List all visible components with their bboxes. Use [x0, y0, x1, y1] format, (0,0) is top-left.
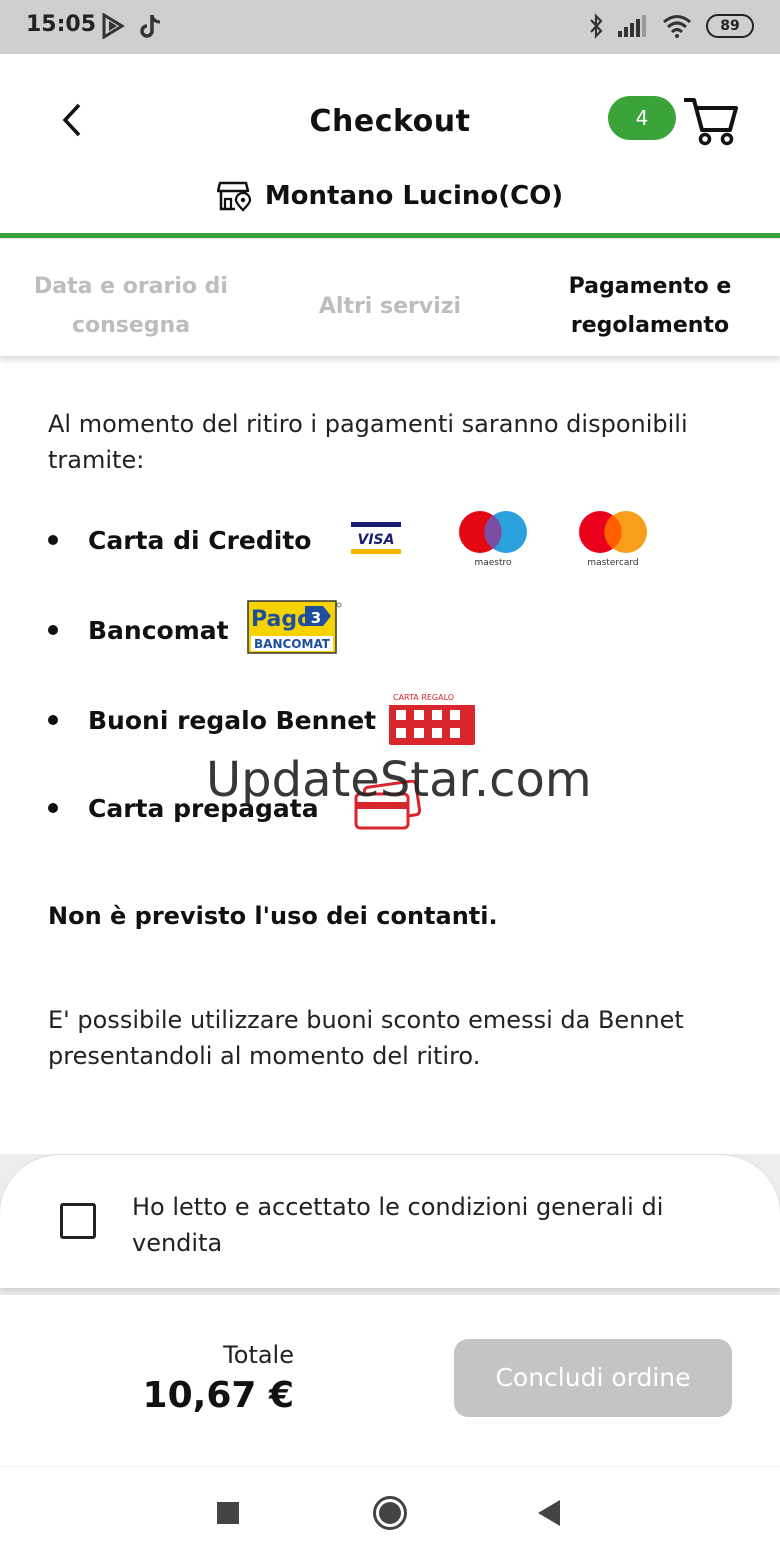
back-nav-icon[interactable] [537, 1499, 561, 1527]
signal-icon [618, 15, 646, 37]
method-label: Carta di Credito [88, 525, 312, 555]
bullet [48, 625, 58, 635]
status-bar: 15:05 89 [0, 0, 780, 54]
svg-text:BANCOMAT: BANCOMAT [254, 637, 331, 651]
method-label: Bancomat [88, 615, 229, 645]
voucher-note: E' possibile utilizzare buoni sconto eme… [48, 1006, 684, 1070]
store-name: Montano Lucino(CO) [264, 181, 564, 211]
checkout-steps: Data e orario di consegna Altri servizi … [0, 238, 780, 356]
terms-card: Ho letto e accettato le condizioni gener… [0, 1154, 780, 1288]
bullet [48, 535, 58, 545]
svg-text:3: 3 [311, 609, 321, 627]
cart-button[interactable] [680, 92, 740, 148]
svg-text:CARTA REGALO: CARTA REGALO [393, 693, 454, 702]
conclude-order-button[interactable]: Concludi ordine [454, 1339, 732, 1417]
terms-checkbox[interactable] [60, 1203, 96, 1239]
battery-indicator: 89 [706, 14, 754, 38]
bullet [48, 803, 58, 813]
step-other-services[interactable]: Altri servizi [290, 287, 490, 326]
bullet [48, 715, 58, 725]
carta-regalo-logo: CARTA REGALO [389, 689, 475, 745]
method-gift-voucher: Buoni regalo Bennet [48, 680, 376, 760]
svg-text:Pago: Pago [251, 607, 312, 632]
maestro-logo: maestro [459, 511, 527, 568]
svg-text:maestro: maestro [474, 558, 512, 568]
mastercard-logo: mastercard [579, 511, 647, 568]
home-icon[interactable] [372, 1495, 408, 1531]
svg-text:VISA: VISA [358, 532, 395, 548]
tiktok-icon [140, 15, 161, 38]
cart-count-badge: 4 [608, 96, 676, 140]
total-value: 10,67 € [142, 1375, 294, 1416]
checkout-header: Checkout 4 Montano Lucino(CO) [0, 54, 780, 234]
svg-text:mastercard: mastercard [587, 558, 638, 568]
visa-logo: VISA [351, 522, 401, 554]
store-selector[interactable]: Montano Lucino(CO) [0, 180, 780, 212]
bluetooth-icon [590, 13, 603, 39]
watermark: UpdateStar.com [206, 752, 592, 808]
method-bancomat: Bancomat [48, 590, 229, 670]
store-location-icon [216, 181, 251, 212]
pagobancomat-logo: Pago 3 BANCOMAT [247, 600, 342, 654]
step-delivery-time[interactable]: Data e orario di consegna [18, 267, 244, 345]
method-label: Buoni regalo Bennet [88, 705, 377, 735]
payment-info: Al momento del ritiro i pagamenti sarann… [48, 406, 738, 478]
cart-icon [684, 98, 738, 146]
play-store-icon [102, 13, 125, 39]
step-payment[interactable]: Pagamento e regolamento [540, 267, 760, 345]
status-time: 15:05 [26, 12, 97, 37]
total-label: Totale [223, 1341, 294, 1369]
order-footer: Totale 10,67 € Concludi ordine [0, 1294, 780, 1466]
wifi-icon [663, 15, 691, 38]
no-cash-note: Non è previsto l'uso dei contanti. [48, 902, 498, 930]
terms-label[interactable]: Ho letto e accettato le condizioni gener… [132, 1189, 732, 1261]
method-credit-card: Carta di Credito [48, 500, 311, 580]
payment-intro-text: Al momento del ritiro i pagamenti sarann… [48, 410, 688, 474]
system-nav-bar [0, 1466, 780, 1560]
recents-icon[interactable] [216, 1501, 240, 1525]
